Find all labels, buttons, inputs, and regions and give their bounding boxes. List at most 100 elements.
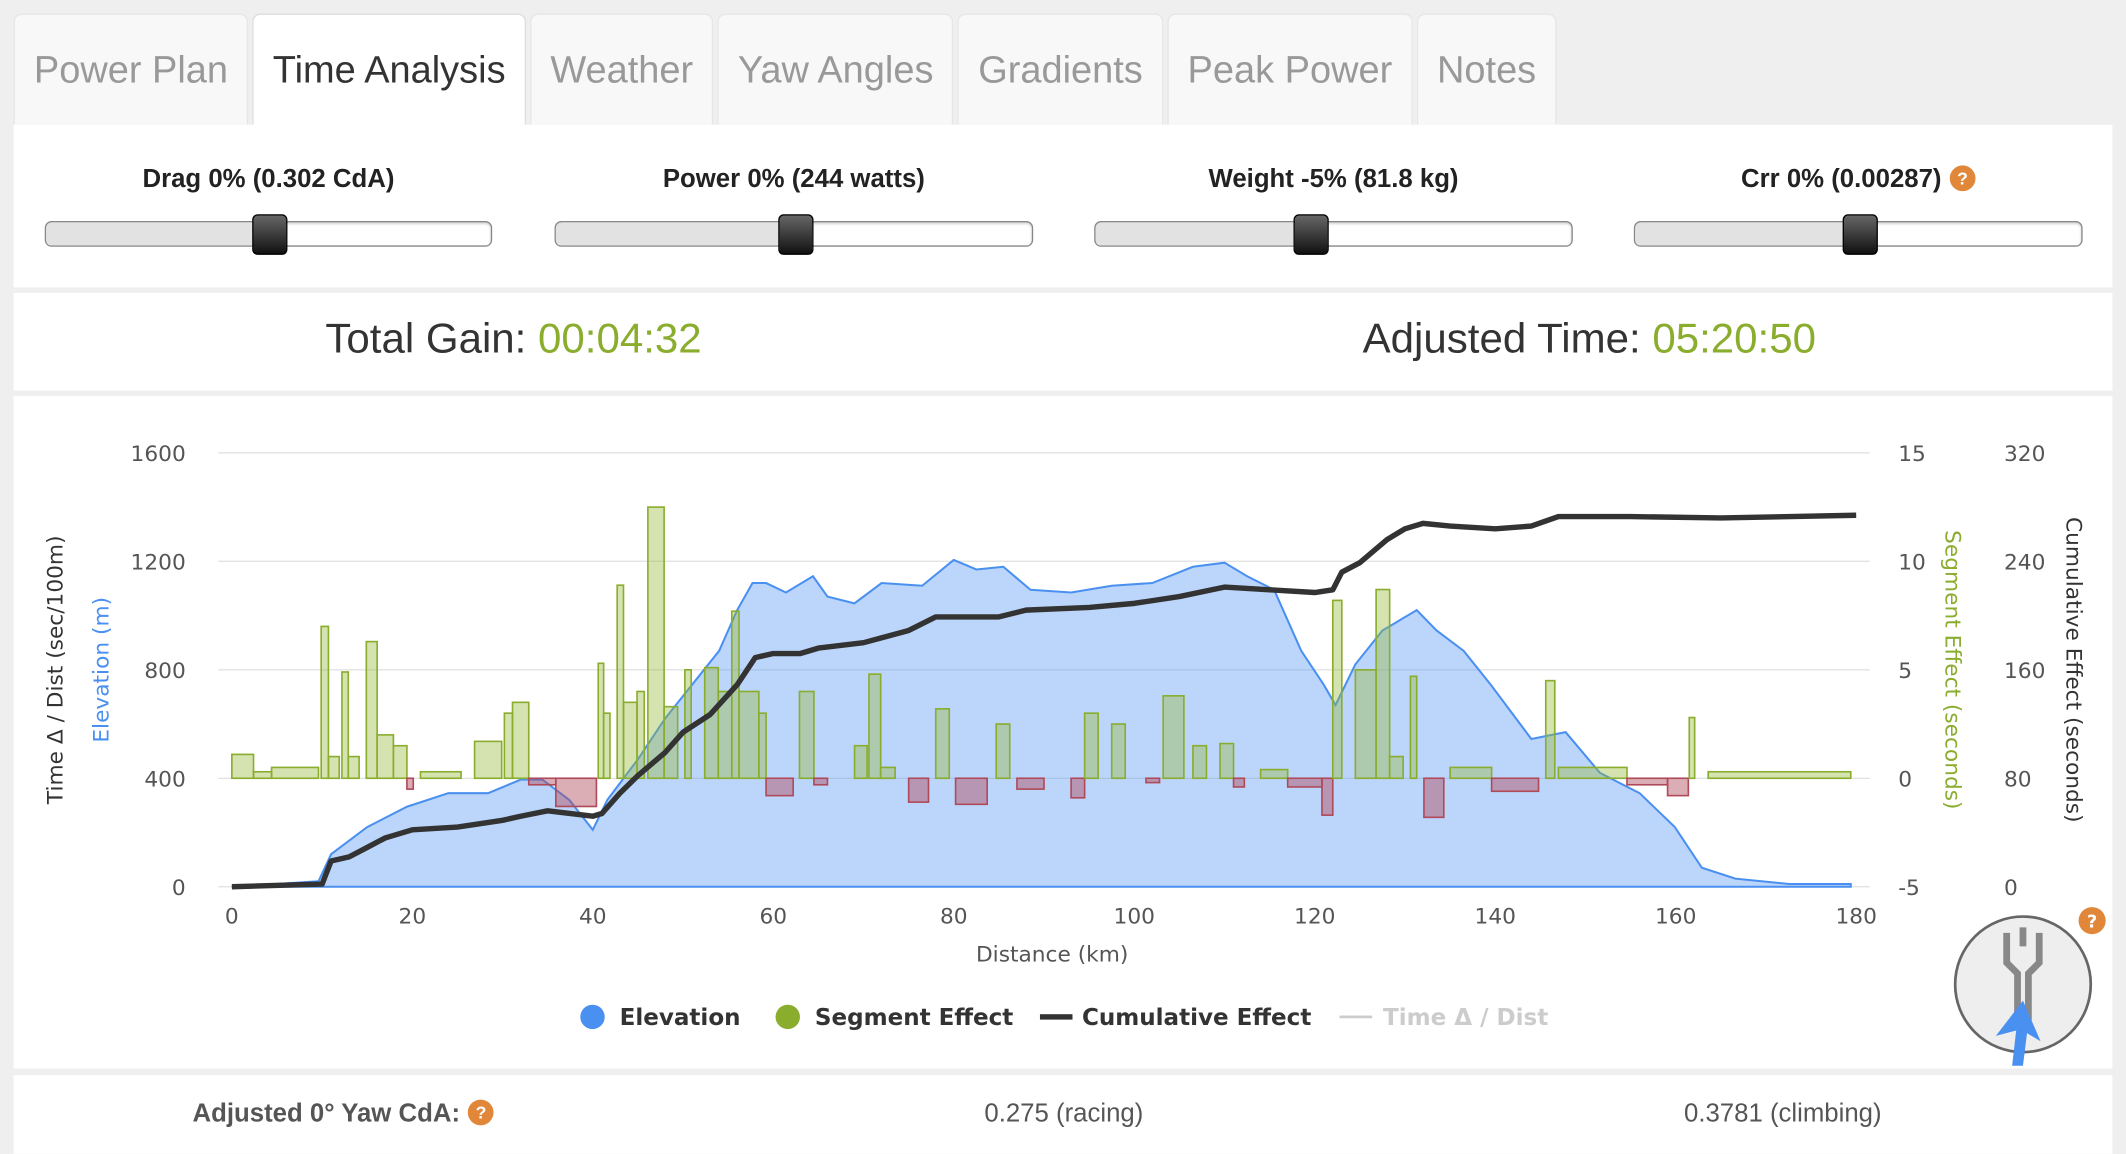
segment-effect-bar	[1423, 777, 1445, 819]
segment-effect-bar	[684, 668, 692, 780]
segment-effect-bar	[1286, 777, 1323, 788]
segment-effect-bar	[1162, 695, 1185, 780]
segment-effect-bar	[907, 777, 930, 803]
segment-effect-bar	[703, 666, 720, 780]
y-cum-tick: 80	[2004, 767, 2032, 792]
segment-effect-bar	[1375, 588, 1391, 780]
segment-effect-bar	[853, 744, 868, 780]
x-tick: 80	[940, 904, 968, 929]
segment-effect-bar	[954, 777, 988, 806]
segment-effect-bar	[1490, 777, 1540, 793]
segment-effect-bar	[473, 740, 503, 780]
rider-help-button[interactable]: ?	[1953, 907, 2106, 1066]
segment-effect-bar	[1232, 777, 1246, 788]
segment-effect-bar	[1388, 755, 1404, 780]
y-cum-tick: 160	[2004, 659, 2045, 684]
legend-elevation[interactable]: Elevation	[580, 1004, 741, 1031]
segment-effect-bar	[327, 755, 341, 780]
segment-effect-bar	[347, 755, 360, 780]
segment-effect-bar	[1070, 777, 1086, 799]
y-left-title-elevation: Elevation (m)	[89, 597, 114, 743]
segment-effect-bar	[555, 777, 598, 808]
legend: Elevation Segment Effect Cumulative Effe…	[580, 1004, 1549, 1031]
y-seg-tick: 10	[1898, 550, 1926, 575]
segment-effect-bar	[365, 640, 378, 780]
segment-effect-bar	[320, 625, 330, 780]
segment-effect-bar	[503, 712, 514, 780]
cda-footer: Adjusted 0° Yaw CdA:? 0.275 (racing) 0.3…	[13, 1075, 2113, 1154]
segment-effect-bar	[602, 712, 611, 780]
segment-effect-bar	[1321, 777, 1334, 816]
segment-effect-bar	[1688, 716, 1696, 780]
cda-label: Adjusted 0° Yaw CdA:	[192, 1099, 461, 1129]
segment-effect-bar	[730, 610, 740, 780]
legend-segment-marker	[775, 1004, 800, 1030]
segment-effect-bar	[813, 777, 829, 786]
segment-effect-bar	[1707, 770, 1852, 780]
y-left-title-time: Time Δ / Dist (sec/100m)	[43, 535, 68, 805]
segment-effect-bar	[1259, 768, 1289, 780]
y-seg-tick: 0	[1898, 767, 1912, 792]
x-tick: 0	[225, 904, 239, 929]
segment-effect-bar	[1449, 766, 1493, 780]
segment-effect-bar	[1544, 679, 1556, 780]
cda-help-icon[interactable]: ?	[468, 1099, 494, 1126]
segment-effect-bar	[1192, 744, 1208, 780]
segment-effect-bar	[1354, 668, 1377, 780]
segment-effect-bar	[879, 766, 896, 780]
x-tick: 120	[1294, 904, 1335, 929]
y-cum-tick: 0	[2004, 876, 2018, 901]
y-right-title-cumulative: Cumulative Effect (seconds)	[2060, 517, 2085, 823]
segment-effect-bar	[1145, 777, 1161, 784]
segment-effect-bar	[738, 690, 760, 780]
segment-effect-bar	[868, 673, 882, 780]
time-analysis-chart: 0 -5 0 400 0 80 800 5 160 1200 10 240 1600 15 320 0 20 40…	[43, 442, 2106, 1066]
y-cum-tick: 240	[2004, 550, 2045, 575]
segment-effect-bar	[758, 712, 767, 780]
legend-segment-label: Segment Effect	[815, 1005, 1013, 1031]
x-tick: 60	[759, 904, 787, 929]
y-left-tick: 0	[172, 876, 186, 901]
y-left-tick: 400	[144, 767, 185, 792]
legend-time-delta-label: Time Δ / Dist	[1383, 1005, 1548, 1031]
y-cum-tick: 320	[2004, 442, 2045, 467]
legend-time-delta[interactable]: Time Δ / Dist	[1339, 1005, 1549, 1031]
segment-effect-bar	[1409, 675, 1418, 780]
segment-effect-bar	[1219, 742, 1235, 780]
y-right-title-segment: Segment Effect (seconds)	[1940, 530, 1965, 809]
y-seg-tick: 15	[1898, 442, 1926, 467]
x-tick: 20	[399, 904, 427, 929]
legend-segment-effect[interactable]: Segment Effect	[775, 1004, 1014, 1031]
segment-effect-bar	[636, 690, 646, 780]
segment-effect-bar	[1626, 777, 1669, 786]
segment-effect-bar	[1557, 766, 1628, 780]
x-tick: 40	[579, 904, 607, 929]
segment-effect-bar	[252, 770, 273, 780]
segment-effect-bar	[231, 753, 255, 780]
cda-racing: 0.275 (racing)	[984, 1099, 1144, 1129]
segment-effect-bar	[341, 671, 350, 780]
segment-effect-bar	[511, 701, 530, 780]
segment-effect-bar	[995, 723, 1011, 780]
y-left-tick: 800	[144, 659, 185, 684]
segment-effect-bar	[934, 708, 951, 780]
segment-effect-bar	[616, 584, 625, 780]
legend-cumulative-label: Cumulative Effect	[1082, 1005, 1311, 1031]
segment-effect-bar	[1083, 712, 1099, 780]
legend-time-delta-marker	[1339, 1015, 1373, 1019]
corner-help-text: ?	[2087, 912, 2097, 932]
segment-effect-bar	[765, 777, 794, 797]
segment-effect-bar	[622, 701, 638, 780]
x-axis-title: Distance (km)	[976, 942, 1128, 967]
legend-cumulative-effect[interactable]: Cumulative Effect	[1039, 1005, 1311, 1031]
x-tick: 140	[1475, 904, 1516, 929]
segment-effect-bar	[392, 744, 408, 780]
x-tick: 160	[1655, 904, 1696, 929]
segment-effect-bar	[406, 777, 415, 790]
legend-elevation-marker	[580, 1004, 605, 1030]
y-left-tick: 1600	[131, 442, 186, 467]
y-seg-tick: 5	[1898, 659, 1912, 684]
segment-effect-bar	[1331, 599, 1343, 780]
y-seg-tick: -5	[1898, 876, 1920, 901]
segment-effect-bar	[376, 734, 395, 780]
